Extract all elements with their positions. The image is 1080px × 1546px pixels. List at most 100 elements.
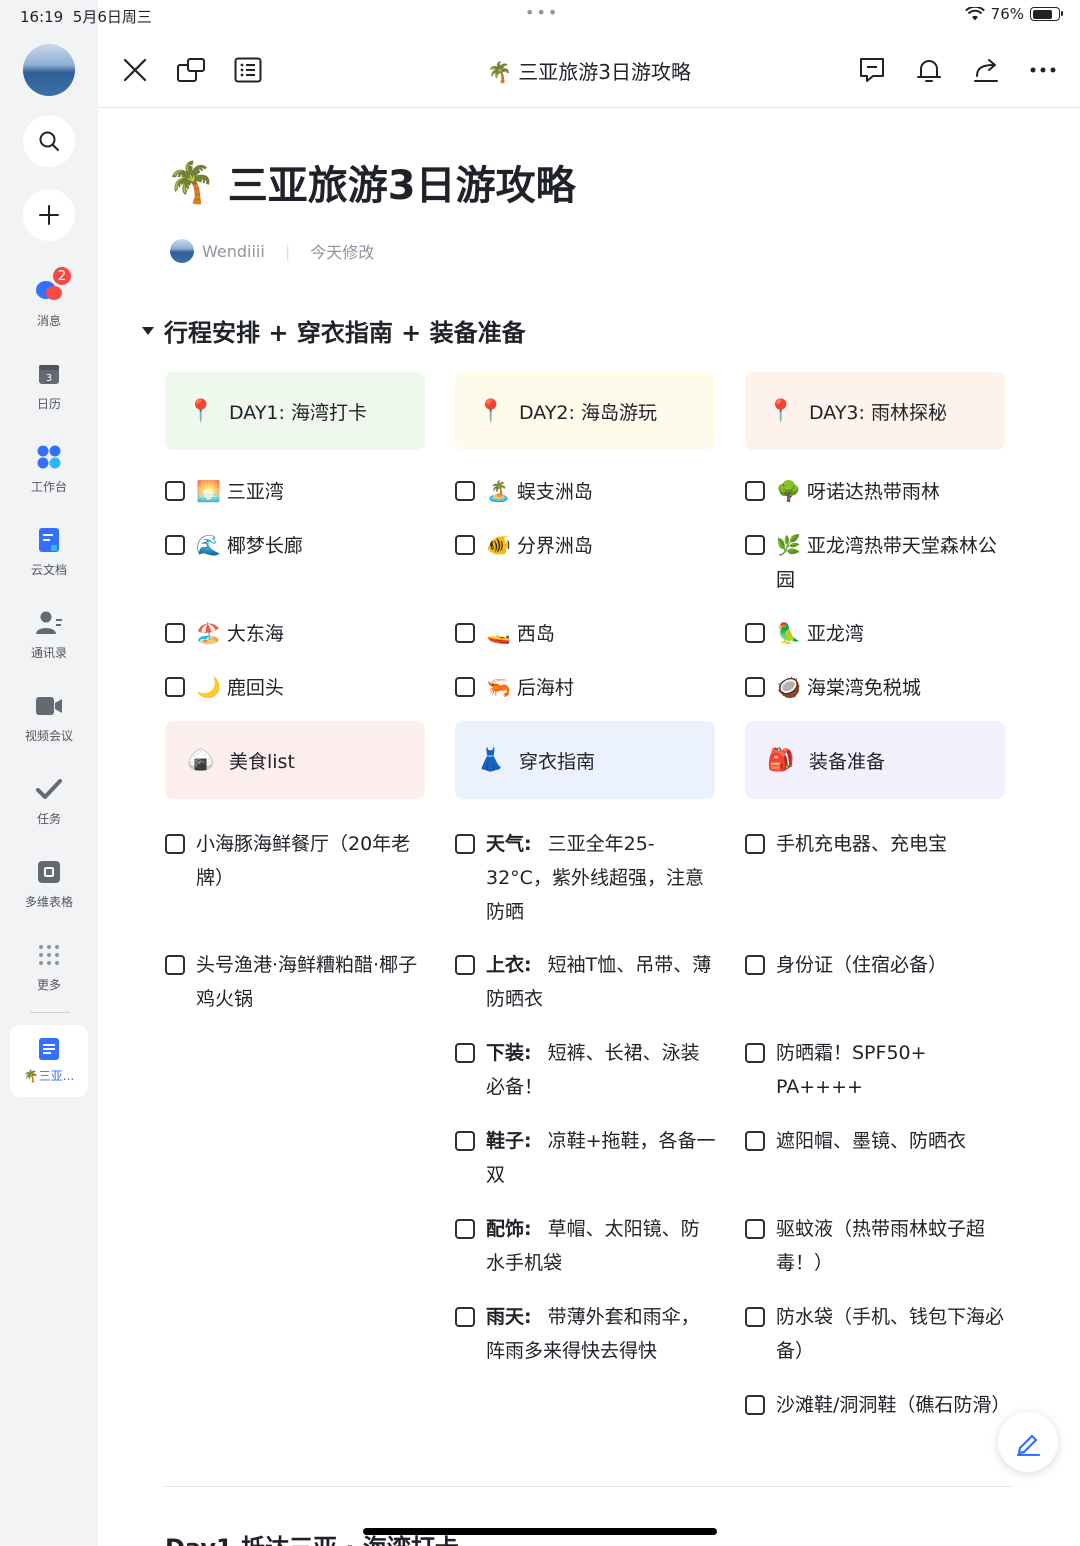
sidebar-item-calendar[interactable]: 3 日历 [0,359,98,412]
multitask-dots-icon[interactable]: ••• [525,3,559,22]
checkbox[interactable] [455,677,475,697]
more-button[interactable] [1027,54,1059,86]
item-emoji-icon: 🌳 [776,479,801,503]
bell-icon [917,60,941,82]
wifi-icon [964,7,985,21]
checkbox[interactable] [165,834,185,854]
checklist-item: 🦐 后海村 [455,670,717,705]
item-emoji-icon: 🏝️ [486,479,511,503]
checklist-item: 遮阳帽、墨镜、防晒衣 [745,1124,1007,1158]
checklist-item: 天气: 三亚全年25-32°C，紫外线超强，注意防晒 [455,827,717,929]
toolbar-title: 三亚旅游3日游攻略 [518,60,691,84]
pin-icon: 📍 [477,398,505,424]
sidebar-item-messages[interactable]: 2 消息 [0,266,98,329]
grid-column-3: 📍 DAY3: 雨林探秘 🌳 呀诺达热带雨林 🌿 亚龙湾热带天堂森林公园 🦜 亚龙湾 🥥 海棠湾免… [745,372,1010,1416]
add-button[interactable] [23,189,75,241]
sidebar-item-label: 工作台 [30,480,67,494]
checkbox[interactable] [745,1043,765,1063]
pencil-icon [1016,1434,1041,1456]
checkbox[interactable] [455,623,475,643]
sidebar-item-label: 更多 [36,978,61,992]
palm-emoji-icon: 🌴 [166,159,216,206]
checklist-item: 🏖️ 大东海 [165,616,427,651]
author-name[interactable]: Wendiiii [202,242,265,261]
comment-button[interactable] [856,54,888,86]
checkbox[interactable] [455,535,475,555]
sidebar-item-label: 任务 [36,812,61,826]
checkbox[interactable] [455,834,475,854]
checklist-item: 身份证（住宿必备） [745,948,1007,982]
checkbox[interactable] [745,1395,765,1415]
sidebar-item-tasks[interactable]: 任务 [0,774,98,827]
item-text: 防水袋（手机、钱包下海必备） [776,1306,1005,1362]
checkbox[interactable] [165,535,185,555]
checklist-item: 驱蚊液（热带雨林蚊子超毒！） [745,1212,1007,1280]
sidebar-item-more[interactable]: 更多 [0,940,98,993]
checklist-item: 配饰: 草帽、太阳镜、防水手机袋 [455,1212,717,1280]
checklist-item: 沙滩鞋/洞洞鞋（礁石防滑） [745,1388,1011,1422]
plus-icon [39,205,59,225]
checklist-item: 下装: 短裤、长裙、泳装必备！ [455,1036,717,1104]
share-button[interactable] [970,54,1002,86]
sidebar-item-video-meeting[interactable]: 视频会议 [0,691,98,744]
sidebar-item-label: 云文档 [30,563,67,577]
section-heading[interactable]: 行程安排 + 穿衣指南 + 装备准备 [142,313,526,348]
checkbox[interactable] [455,1307,475,1327]
checkbox[interactable] [745,1307,765,1327]
pin-icon: 📍 [767,398,795,424]
callout-label: DAY1: 海湾打卡 [229,401,367,424]
palm-emoji-icon: 🌴 [487,60,512,84]
item-text: 头号渔港·海鲜糟粕醋·椰子鸡火锅 [196,954,418,1010]
notification-button[interactable] [913,54,945,86]
callout-emoji-icon: 🎒 [767,747,795,773]
item-emoji-icon: 🌙 [196,675,221,699]
author-avatar[interactable] [170,239,194,263]
section-callout: 👗 穿衣指南 [455,721,715,799]
checkbox[interactable] [745,1131,765,1151]
callout-emoji-icon: 🍙 [187,747,215,773]
status-time: 16:19 5月6日周三 [20,8,152,26]
checkbox[interactable] [455,1131,475,1151]
sidebar-item-contacts[interactable]: 通讯录 [0,608,98,661]
item-text: 分界洲岛 [516,535,593,557]
home-indicator[interactable] [363,1528,717,1535]
task-check-icon [36,779,62,799]
checkbox[interactable] [745,834,765,854]
checklist-item: 🌳 呀诺达热带雨林 [745,474,1007,509]
edit-button[interactable] [998,1412,1058,1472]
item-text: 沙滩鞋/洞洞鞋（礁石防滑） [776,1394,1011,1416]
checkbox[interactable] [455,1043,475,1063]
sidebar-item-docs[interactable]: 云文档 [0,525,98,578]
item-text: 手机充电器、充电宝 [776,833,948,855]
checkbox[interactable] [165,955,185,975]
item-text: 呀诺达热带雨林 [806,481,940,503]
checkbox[interactable] [165,481,185,501]
checkbox[interactable] [745,1219,765,1239]
checkbox[interactable] [745,623,765,643]
sidebar-item-workplace[interactable]: 工作台 [0,442,98,495]
checkbox[interactable] [745,535,765,555]
checkbox[interactable] [455,1219,475,1239]
video-camera-icon [36,697,62,715]
search-button[interactable] [23,115,75,167]
checkbox[interactable] [165,677,185,697]
sidebar-active-doc[interactable]: 🌴三亚... [10,1025,88,1097]
item-text: 蜈支洲岛 [516,481,593,503]
checkbox[interactable] [165,623,185,643]
sidebar-item-base[interactable]: 多维表格 [0,857,98,910]
checklist-item: 🚤 西岛 [455,616,717,651]
checkbox[interactable] [745,481,765,501]
battery-percent: 76% [990,5,1024,23]
checklist-item: 🦜 亚龙湾 [745,616,1007,651]
checkbox[interactable] [455,955,475,975]
search-icon [39,131,59,151]
checkbox[interactable] [455,481,475,501]
checklist-item: 🌿 亚龙湾热带天堂森林公园 [745,528,1007,597]
checkbox[interactable] [745,955,765,975]
collapse-caret-icon[interactable] [142,326,154,335]
status-right: 76% [964,5,1063,23]
item-emoji-icon: 🌿 [776,533,801,557]
avatar[interactable] [23,44,75,96]
checkbox[interactable] [745,677,765,697]
item-text: 鹿回头 [226,677,284,699]
